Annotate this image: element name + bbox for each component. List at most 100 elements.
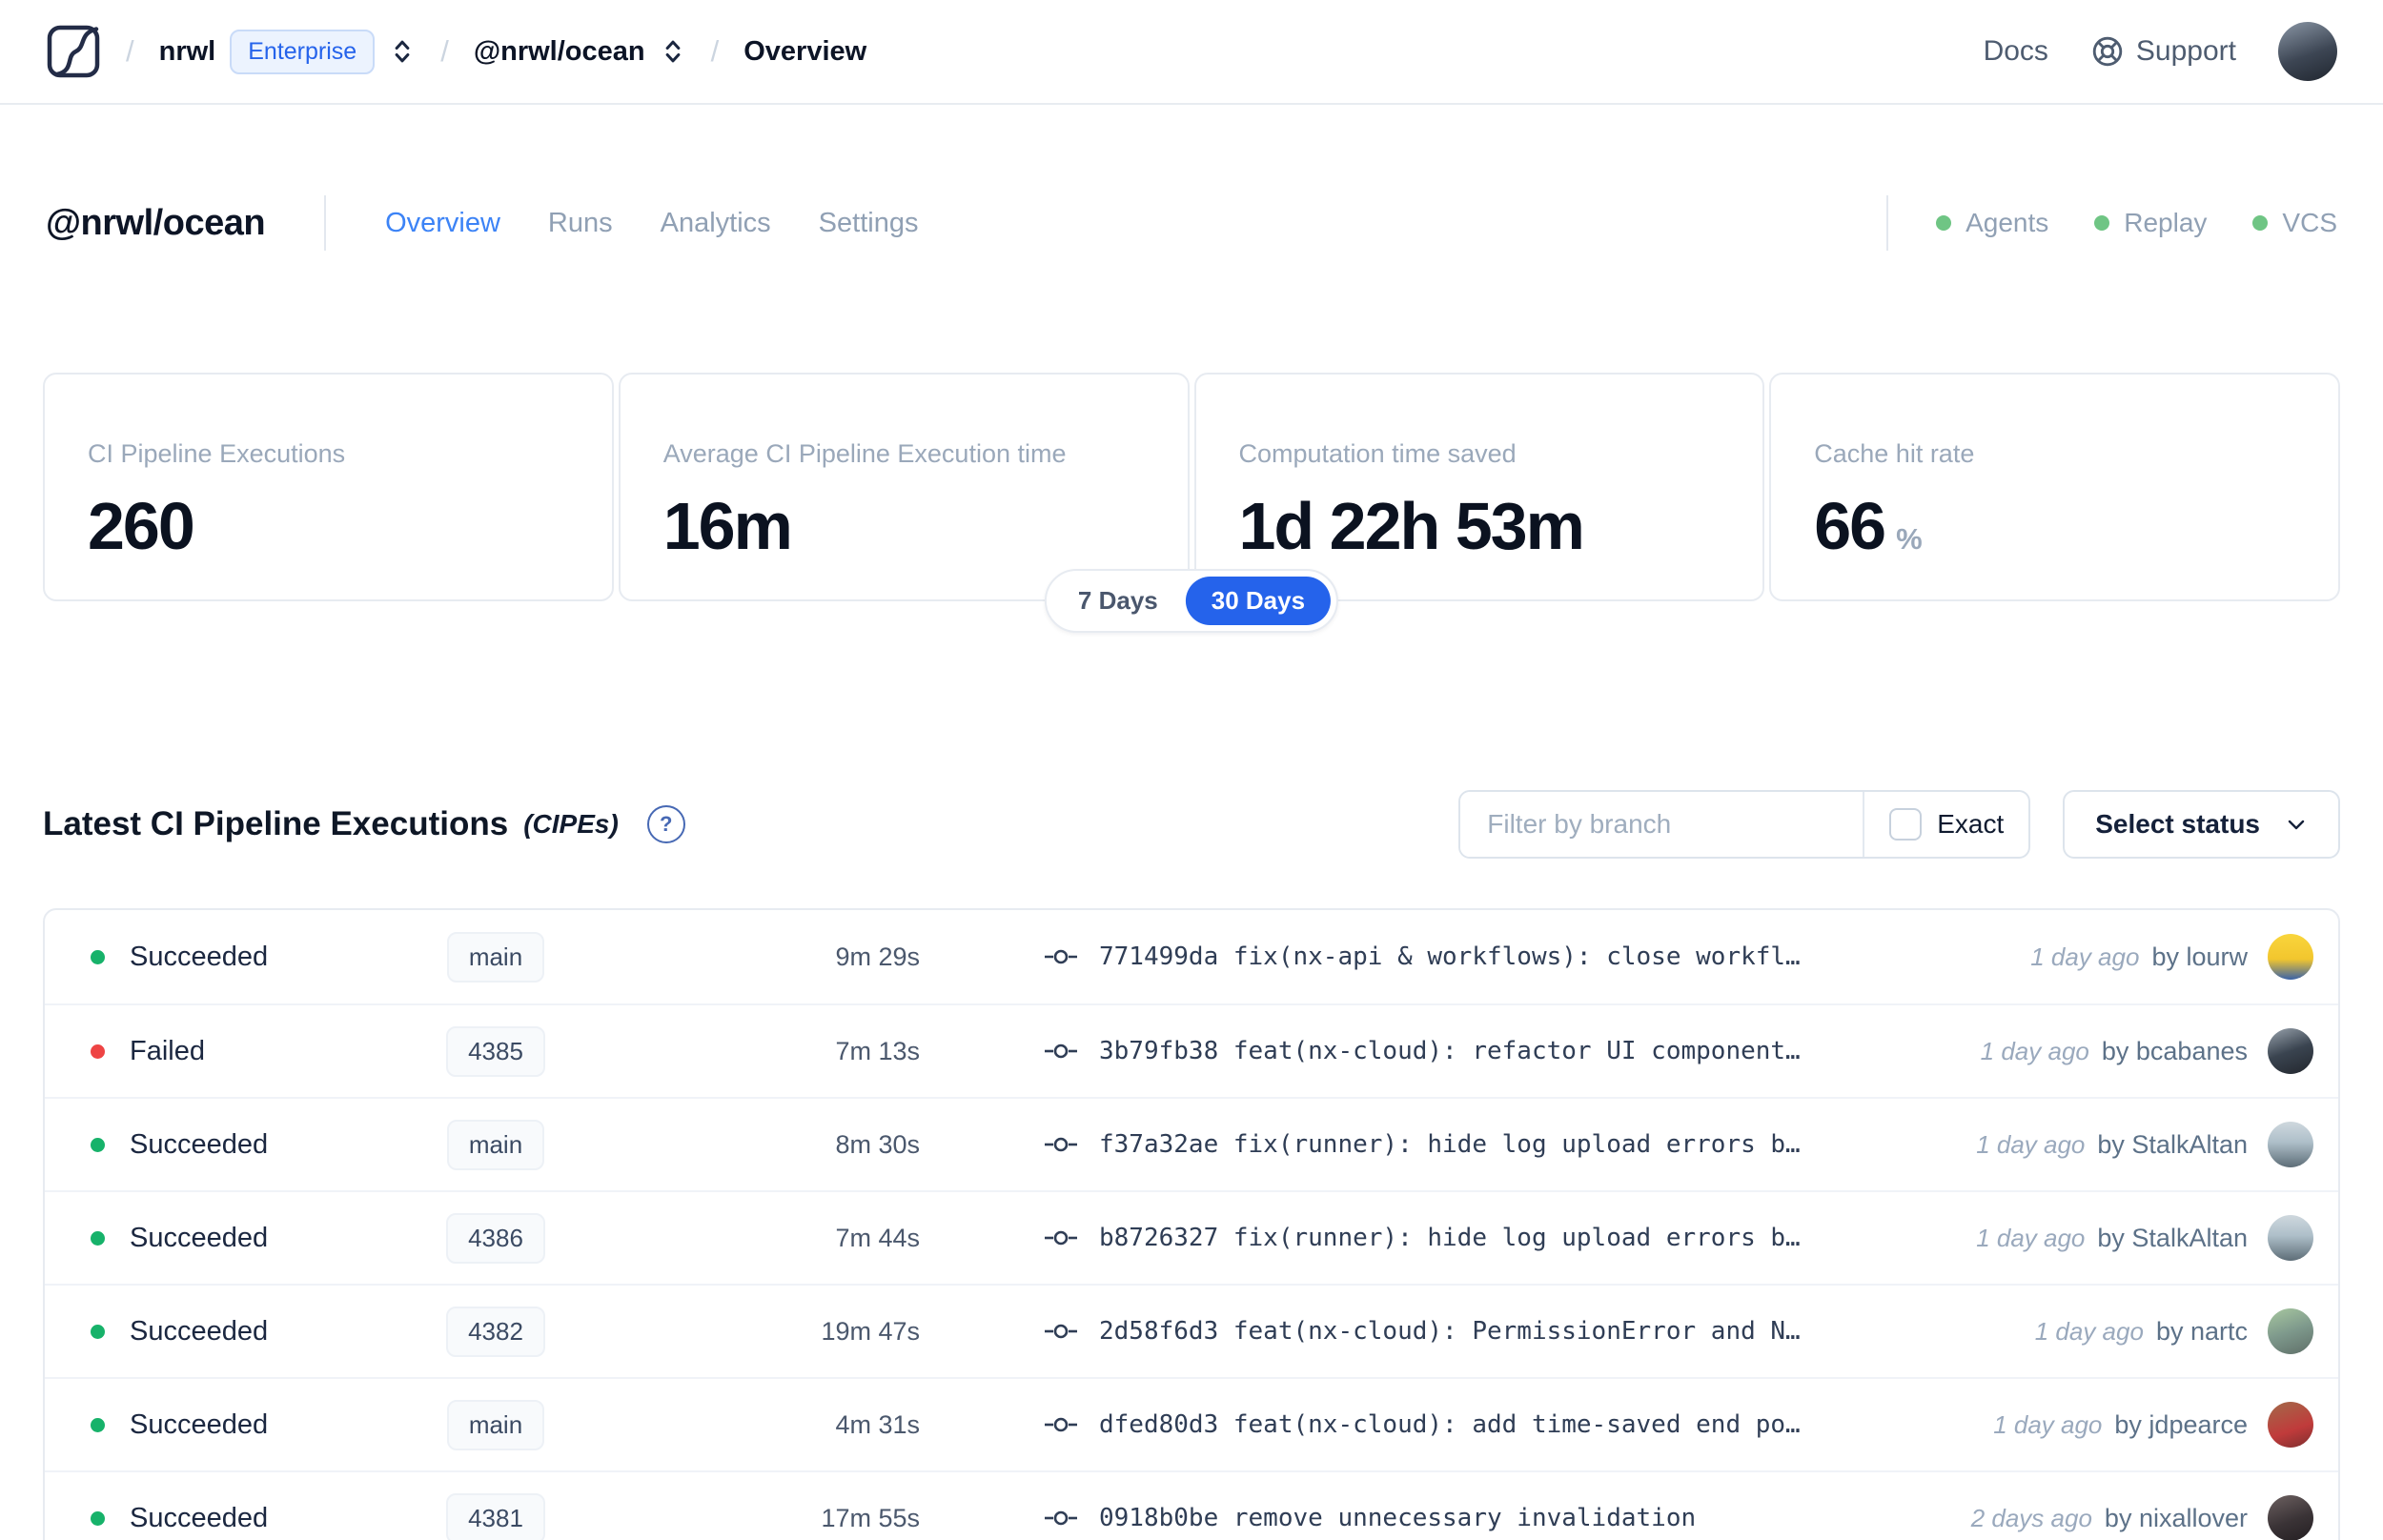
breadcrumb-separator: / (126, 34, 134, 68)
breadcrumb: / nrwl Enterprise / @nrwl/ocean / Overvi… (46, 24, 866, 79)
author: by StalkAltan (2097, 1129, 2248, 1159)
author: by jdpearce (2114, 1409, 2248, 1439)
table-row[interactable]: Succeeded 4381 17m 55s 0918b0be remove u… (45, 1470, 2338, 1540)
git-commit-icon (1044, 1508, 1078, 1529)
life-buoy-icon (2090, 34, 2125, 69)
unfold-chevrons-icon[interactable] (389, 35, 416, 68)
branch-filter-input[interactable] (1460, 792, 1864, 857)
cipes-title-group: Latest CI Pipeline Executions (CIPEs) ? (43, 805, 685, 843)
stat-card-ci-pipeline-executions: CI Pipeline Executions 260 (43, 373, 614, 601)
author-avatar[interactable] (2268, 1402, 2313, 1448)
git-commit-icon (1044, 1414, 1078, 1435)
tab-runs[interactable]: Runs (548, 208, 613, 239)
tab-settings[interactable]: Settings (819, 208, 919, 239)
status-dot-icon (91, 1137, 105, 1152)
support-link[interactable]: Support (2090, 34, 2236, 69)
chevron-down-icon (2285, 813, 2308, 836)
org-plan-badge: Enterprise (230, 29, 376, 74)
commit-message: 771499da fix(nx-api & workflows): close … (1099, 942, 1801, 971)
duration: 7m 44s (835, 1223, 920, 1252)
nx-cloud-logo-icon[interactable] (46, 24, 101, 79)
git-commit-icon (1044, 1227, 1078, 1248)
integration-status-group: Agents Replay VCS (1936, 208, 2337, 238)
docs-link[interactable]: Docs (1984, 35, 2048, 68)
topbar-actions: Docs Support (1984, 22, 2337, 81)
author: by StalkAltan (2097, 1223, 2248, 1252)
author: by nartc (2155, 1316, 2248, 1346)
duration: 9m 29s (835, 942, 920, 971)
org-selector[interactable]: nrwl Enterprise (159, 29, 417, 74)
status-dot-icon (2252, 215, 2269, 231)
unfold-chevrons-icon[interactable] (660, 35, 686, 68)
section-title-suffix: (CIPEs) (523, 809, 619, 839)
branch-filter-group: Exact (1458, 790, 2031, 859)
branch-badge: main (446, 1119, 545, 1170)
git-commit-icon (1044, 946, 1078, 967)
author-avatar[interactable] (2268, 1028, 2313, 1074)
time-ago: 1 day ago (2034, 1316, 2144, 1346)
branch-badge: main (446, 1399, 545, 1450)
workspace-selector[interactable]: @nrwl/ocean (474, 35, 686, 68)
cipes-controls: Exact Select status (1458, 790, 2340, 859)
divider (324, 195, 327, 251)
duration: 4m 31s (835, 1409, 920, 1439)
integration-agents[interactable]: Agents (1936, 208, 2048, 238)
cipes-table: Succeeded main 9m 29s 771499da fix(nx-ap… (43, 908, 2340, 1540)
author-avatar[interactable] (2268, 1122, 2313, 1167)
integration-vcs[interactable]: VCS (2252, 208, 2337, 238)
author-avatar[interactable] (2268, 934, 2313, 980)
table-row[interactable]: Succeeded main 9m 29s 771499da fix(nx-ap… (45, 910, 2338, 1003)
branch-badge: 4386 (446, 1212, 545, 1264)
range-30-days[interactable]: 30 Days (1185, 577, 1332, 625)
breadcrumb-separator: / (710, 34, 720, 68)
status-dot-icon (1936, 215, 1952, 231)
status-dot-icon (91, 1417, 105, 1432)
range-7-days[interactable]: 7 Days (1052, 577, 1184, 625)
commit-message: 3b79fb38 feat(nx-cloud): refactor UI com… (1099, 1037, 1801, 1065)
table-row[interactable]: Succeeded 4382 19m 47s 2d58f6d3 feat(nx-… (45, 1284, 2338, 1377)
table-row[interactable]: Succeeded 4386 7m 44s b8726327 fix(runne… (45, 1190, 2338, 1284)
author: by nixallover (2104, 1503, 2248, 1532)
author-avatar[interactable] (2268, 1308, 2313, 1354)
duration: 19m 47s (821, 1316, 920, 1346)
integration-replay[interactable]: Replay (2094, 208, 2207, 238)
org-name[interactable]: nrwl (159, 36, 216, 68)
support-label: Support (2135, 35, 2236, 67)
tab-overview[interactable]: Overview (385, 208, 500, 239)
time-ago: 1 day ago (1976, 1223, 2086, 1252)
author-avatar[interactable] (2268, 1215, 2313, 1261)
workspace-header: @nrwl/ocean Overview Runs Analytics Sett… (0, 105, 2383, 251)
status-dot-icon (91, 949, 105, 964)
tab-analytics[interactable]: Analytics (661, 208, 771, 239)
branch-badge: 4382 (446, 1306, 545, 1357)
branch-badge: main (446, 931, 545, 983)
branch-badge: 4381 (446, 1492, 545, 1540)
commit-message: b8726327 fix(runner): hide log upload er… (1099, 1224, 1801, 1252)
exact-label: Exact (1937, 809, 2005, 839)
duration: 17m 55s (821, 1503, 920, 1532)
status-dot-icon (91, 1510, 105, 1526)
exact-checkbox[interactable] (1889, 808, 1923, 841)
time-ago: 1 day ago (1993, 1409, 2103, 1439)
table-row[interactable]: Failed 4385 7m 13s 3b79fb38 feat(nx-clou… (45, 1003, 2338, 1097)
table-row[interactable]: Succeeded main 4m 31s dfed80d3 feat(nx-c… (45, 1377, 2338, 1470)
time-ago: 1 day ago (1980, 1036, 2089, 1065)
user-avatar[interactable] (2278, 22, 2337, 81)
commit-message: 0918b0be remove unnecessary invalidation (1099, 1504, 1697, 1532)
git-commit-icon (1044, 1134, 1078, 1155)
time-ago: 1 day ago (1976, 1129, 2086, 1159)
author-avatar[interactable] (2268, 1495, 2313, 1540)
status-dot-icon (91, 1230, 105, 1246)
duration: 8m 30s (835, 1129, 920, 1159)
section-title: Latest CI Pipeline Executions (43, 805, 509, 842)
help-icon[interactable]: ? (646, 805, 685, 843)
page-title: @nrwl/ocean (46, 202, 266, 243)
topbar: / nrwl Enterprise / @nrwl/ocean / Overvi… (0, 0, 2383, 105)
table-row[interactable]: Succeeded main 8m 30s f37a32ae fix(runne… (45, 1097, 2338, 1190)
time-ago: 2 days ago (1970, 1503, 2092, 1532)
status-dot-icon (91, 1324, 105, 1339)
breadcrumb-page: Overview (743, 35, 867, 67)
status-select-button[interactable]: Select status (2063, 790, 2340, 859)
exact-match-toggle: Exact (1864, 808, 2028, 841)
workspace-name[interactable]: @nrwl/ocean (474, 36, 645, 68)
